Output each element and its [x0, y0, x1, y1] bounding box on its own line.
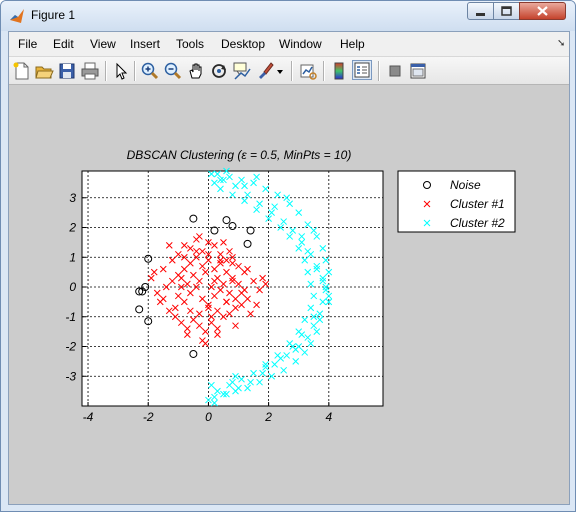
y-tick-label: -3: [65, 369, 76, 383]
legend[interactable]: Noise Cluster #1 Cluster #2: [397, 170, 516, 233]
menu-insert[interactable]: Insert: [130, 37, 160, 51]
x-tick-label: 4: [325, 410, 332, 424]
y-tick-label: 3: [69, 191, 76, 205]
menu-dock-arrow-icon[interactable]: ➘: [557, 38, 565, 49]
figure-toolbar: [9, 57, 569, 85]
x-tick-label: 0: [205, 410, 212, 424]
insert-colorbar-icon[interactable]: [329, 61, 349, 81]
y-tick-label: -2: [65, 340, 76, 354]
axes-plot-area[interactable]: [81, 170, 384, 407]
data-cursor-icon[interactable]: [232, 61, 252, 81]
new-figure-icon[interactable]: [12, 61, 32, 81]
menu-help[interactable]: Help: [340, 37, 365, 51]
chart-title: DBSCAN Clustering (ε = 0.5, MinPts = 10): [127, 148, 352, 162]
cluster-2-legend-label: Cluster #2: [450, 216, 505, 230]
x-tick-label: -2: [143, 410, 154, 424]
menu-view[interactable]: View: [90, 37, 116, 51]
y-tick-label: -1: [65, 310, 76, 324]
toolbar-separator: [323, 61, 325, 81]
close-button[interactable]: [519, 2, 566, 20]
menu-bar: File Edit View Insert Tools Desktop Wind…: [9, 32, 569, 57]
menu-window[interactable]: Window: [279, 37, 322, 51]
toolbar-separator: [378, 61, 380, 81]
toolbar-separator: [134, 61, 136, 81]
dbscan-scatter-plot[interactable]: DBSCAN Clustering (ε = 0.5, MinPts = 10)…: [9, 85, 569, 504]
figure-window: Figure 1 File Edit View Insert Tools Des…: [0, 0, 576, 512]
zoom-out-icon[interactable]: [163, 61, 183, 81]
cluster-1-legend-label: Cluster #1: [450, 197, 505, 211]
show-plot-tools-icon[interactable]: [408, 61, 428, 81]
matlab-logo-icon: [9, 8, 25, 24]
toolbar-separator: [291, 61, 293, 81]
title-bar[interactable]: Figure 1: [1, 1, 575, 31]
insert-legend-icon[interactable]: [352, 60, 372, 80]
maximize-button[interactable]: [493, 2, 520, 20]
figure-canvas: DBSCAN Clustering (ε = 0.5, MinPts = 10)…: [9, 85, 569, 504]
noise-legend-label: Noise: [450, 178, 481, 192]
menu-edit[interactable]: Edit: [53, 37, 74, 51]
figure-client-area: File Edit View Insert Tools Desktop Wind…: [8, 31, 570, 505]
menu-desktop[interactable]: Desktop: [221, 37, 265, 51]
edit-plot-arrow-icon[interactable]: [111, 61, 131, 81]
y-tick-label: 2: [68, 221, 76, 235]
link-plot-icon[interactable]: [298, 61, 318, 81]
menu-tools[interactable]: Tools: [176, 37, 204, 51]
x-tick-label: 2: [264, 410, 272, 424]
window-title: Figure 1: [31, 8, 76, 22]
rotate-3d-icon[interactable]: [209, 61, 229, 81]
print-icon[interactable]: [80, 61, 100, 81]
open-file-icon[interactable]: [34, 61, 54, 81]
menu-file[interactable]: File: [18, 37, 37, 51]
brush-icon[interactable]: [255, 61, 275, 81]
hide-plot-tools-icon[interactable]: [385, 61, 405, 81]
x-tick-label: -4: [83, 410, 94, 424]
y-tick-label: 1: [69, 250, 76, 264]
toolbar-separator: [105, 61, 107, 81]
brush-dropdown-icon[interactable]: [275, 61, 285, 81]
save-icon[interactable]: [57, 61, 77, 81]
minimize-button[interactable]: [467, 2, 494, 20]
pan-hand-icon[interactable]: [186, 61, 206, 81]
zoom-in-icon[interactable]: [140, 61, 160, 81]
y-tick-label: 0: [69, 280, 76, 294]
